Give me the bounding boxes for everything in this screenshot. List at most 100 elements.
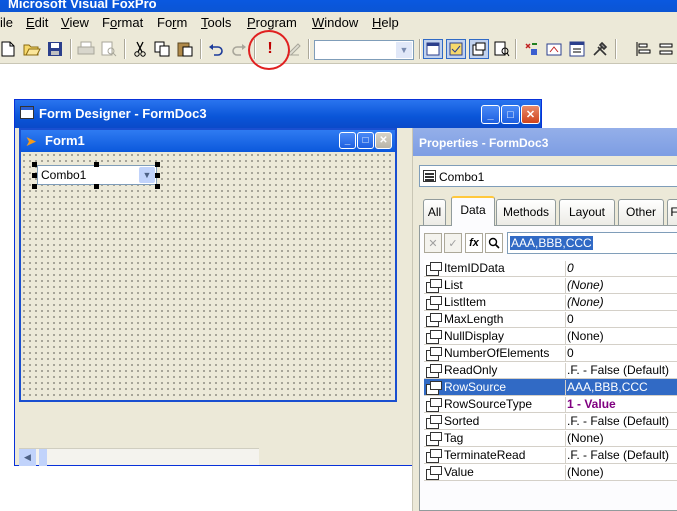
property-row-tag[interactable]: Tag (None): [424, 430, 677, 447]
menu-program[interactable]: Program: [247, 15, 297, 31]
align-icon[interactable]: [633, 39, 653, 59]
wrench-icon[interactable]: [590, 39, 610, 59]
property-value[interactable]: .F. - False (Default): [565, 363, 677, 379]
horizontal-scrollbar[interactable]: ◀: [19, 448, 259, 466]
minimize-icon[interactable]: _: [339, 132, 356, 149]
property-value[interactable]: (None): [565, 278, 677, 294]
property-value[interactable]: (None): [565, 431, 677, 447]
chevron-down-icon[interactable]: ▼: [396, 42, 412, 58]
maximize-icon[interactable]: □: [357, 132, 374, 149]
tab-layout[interactable]: Layout: [559, 199, 615, 225]
form1-titlebar[interactable]: ➤ Form1 _ □ ✕: [21, 130, 395, 152]
redo-icon[interactable]: [229, 39, 249, 59]
property-row-maxlength[interactable]: MaxLength 0: [424, 311, 677, 328]
form-designer-title: Form Designer - FormDoc3: [39, 106, 207, 121]
print-preview-icon[interactable]: [99, 39, 119, 59]
menu-form[interactable]: Form: [157, 15, 187, 31]
property-row-numberofelements[interactable]: NumberOfElements 0: [424, 345, 677, 362]
property-row-readonly[interactable]: ReadOnly .F. - False (Default): [424, 362, 677, 379]
properties-window[interactable]: Properties - FormDoc3 Combo1 All Data Meth…: [412, 128, 677, 511]
form1-window[interactable]: ➤ Form1 _ □ ✕ Combo1 ▼: [19, 128, 397, 402]
menu-view[interactable]: View: [61, 15, 89, 31]
object-selector[interactable]: Combo1: [419, 165, 677, 187]
chevron-down-icon[interactable]: ▼: [139, 167, 155, 183]
minimize-icon[interactable]: _: [481, 105, 500, 124]
run-highlight-circle: [248, 30, 290, 70]
menu-tools[interactable]: Tools: [201, 15, 231, 31]
property-row-list[interactable]: List (None): [424, 277, 677, 294]
menu-window[interactable]: Window: [312, 15, 358, 31]
selection-handle[interactable]: [94, 162, 99, 167]
distribute-icon[interactable]: [656, 39, 676, 59]
selection-handle[interactable]: [155, 173, 160, 178]
property-row-terminateread[interactable]: TerminateRead .F. - False (Default): [424, 447, 677, 464]
tab-all[interactable]: All: [423, 199, 446, 225]
property-row-listitem[interactable]: ListItem (None): [424, 294, 677, 311]
app-title-bar: Microsoft Visual FoxPro: [0, 0, 677, 12]
properties-icon[interactable]: [469, 39, 489, 59]
zoom-icon[interactable]: [485, 233, 503, 253]
property-value[interactable]: 0: [565, 261, 677, 277]
property-value[interactable]: AAA,BBB,CCC: [565, 380, 677, 396]
print-icon[interactable]: [76, 39, 96, 59]
toolbox-icon[interactable]: [521, 39, 541, 59]
property-value[interactable]: .F. - False (Default): [565, 448, 677, 464]
property-row-itemiddata[interactable]: ItemIDData 0: [424, 260, 677, 277]
paste-icon[interactable]: [175, 39, 195, 59]
cut-icon[interactable]: [130, 39, 150, 59]
open-icon[interactable]: [22, 39, 42, 59]
property-name: ListItem: [444, 295, 487, 309]
property-value-editor[interactable]: AAA,BBB,CCC: [507, 232, 677, 254]
selection-handle[interactable]: [32, 184, 37, 189]
property-value[interactable]: (None): [565, 295, 677, 311]
property-value[interactable]: (None): [565, 329, 677, 345]
property-row-sorted[interactable]: Sorted .F. - False (Default): [424, 413, 677, 430]
accept-edit-icon[interactable]: ✓: [444, 233, 462, 253]
scroll-thumb[interactable]: [39, 449, 47, 466]
scroll-left-icon[interactable]: ◀: [19, 449, 36, 466]
save-icon[interactable]: [45, 39, 65, 59]
property-value[interactable]: 0: [565, 312, 677, 328]
tab-data[interactable]: Data: [451, 196, 495, 226]
undo-icon[interactable]: [206, 39, 226, 59]
properties-titlebar[interactable]: Properties - FormDoc3: [413, 128, 677, 156]
property-row-nulldisplay[interactable]: NullDisplay (None): [424, 328, 677, 345]
close-icon[interactable]: ✕: [521, 105, 540, 124]
combo1-control[interactable]: Combo1 ▼: [37, 165, 157, 185]
form-control-icon[interactable]: [446, 39, 466, 59]
menu-help[interactable]: Help: [372, 15, 399, 31]
properties-grid[interactable]: ItemIDData 0 List (None) ListItem (None) MaxLe…: [424, 260, 677, 481]
new-icon[interactable]: [0, 39, 18, 59]
database-combo[interactable]: ▼: [314, 40, 414, 60]
form-design-canvas[interactable]: Combo1 ▼: [21, 152, 395, 400]
tools-icon[interactable]: [567, 39, 587, 59]
selection-handle[interactable]: [32, 162, 37, 167]
tab-methods[interactable]: Methods: [496, 199, 556, 225]
menu-ile[interactable]: ile: [0, 15, 13, 31]
copy-icon[interactable]: [152, 39, 172, 59]
selection-handle[interactable]: [155, 162, 160, 167]
property-value[interactable]: .F. - False (Default): [565, 414, 677, 430]
menu-edit[interactable]: Edit: [26, 15, 48, 31]
expression-builder-icon[interactable]: fx: [465, 233, 483, 253]
tab-f[interactable]: F: [667, 199, 677, 225]
form-designer-titlebar[interactable]: Form Designer - FormDoc3 _ □ ✕: [15, 100, 541, 128]
property-row-rowsourcetype[interactable]: RowSourceType 1 - Value: [424, 396, 677, 413]
app-title: Microsoft Visual FoxPro: [8, 0, 157, 11]
property-value[interactable]: 1 - Value: [565, 397, 677, 413]
selection-handle[interactable]: [155, 184, 160, 189]
code-icon[interactable]: [492, 39, 512, 59]
property-value[interactable]: 0: [565, 346, 677, 362]
selection-handle[interactable]: [94, 184, 99, 189]
property-row-value[interactable]: Value (None): [424, 464, 677, 481]
builder-icon[interactable]: [544, 39, 564, 59]
maximize-icon[interactable]: □: [501, 105, 520, 124]
cancel-edit-icon[interactable]: ✕: [424, 233, 442, 253]
property-row-rowsource[interactable]: RowSource AAA,BBB,CCC: [424, 379, 677, 396]
form-layout-icon[interactable]: [423, 39, 443, 59]
property-value[interactable]: (None): [565, 465, 677, 481]
tab-other[interactable]: Other: [618, 199, 664, 225]
menu-format[interactable]: Format: [102, 15, 143, 31]
close-icon[interactable]: ✕: [375, 132, 392, 149]
selection-handle[interactable]: [32, 173, 37, 178]
